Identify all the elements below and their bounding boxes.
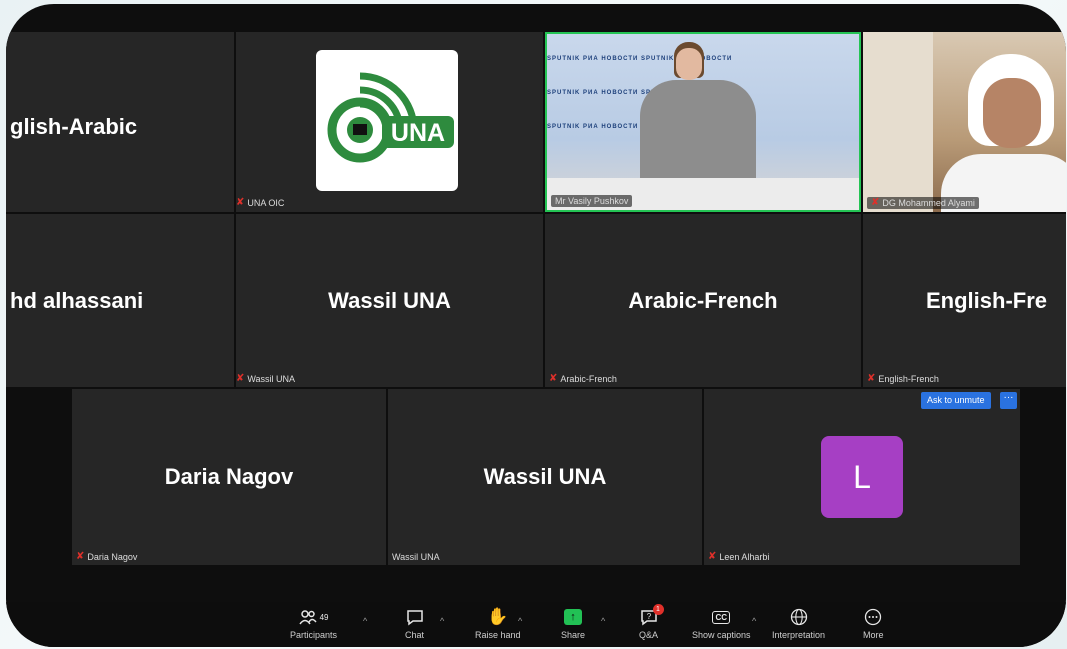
avatar: L: [821, 436, 903, 518]
tile-wassil-una[interactable]: Wassil UNA ✘ Wassil UNA: [236, 214, 543, 387]
speaker-body: [640, 80, 756, 190]
participants-label: Participants: [290, 630, 338, 640]
svg-text:?: ?: [646, 612, 651, 621]
raise-hand-label: Raise hand: [475, 630, 521, 640]
video-vasily-pushkov[interactable]: SPUTNIK РИА НОВОСТИ SPUTNIK РИА НОВОСТИ …: [545, 32, 861, 212]
show-captions-button[interactable]: CC Show captions: [692, 606, 751, 640]
tile-label-text: Arabic-French: [560, 374, 617, 384]
participants-button[interactable]: 49 Participants: [290, 606, 337, 640]
captions-icon: CC: [712, 606, 731, 628]
tile-wassil-una-2[interactable]: Wassil UNA Wassil UNA: [388, 389, 702, 565]
tile-label: ✘ Wassil UNA: [236, 373, 296, 385]
interpretation-label: Interpretation: [772, 630, 826, 640]
qa-button[interactable]: ? 1 Q&A: [639, 604, 664, 640]
tile-label: Wassil UNA: [392, 552, 440, 562]
interpretation-button[interactable]: Interpretation: [772, 606, 825, 640]
tile-label: ✘ UNA OIC: [236, 197, 285, 209]
tile-english-arabic[interactable]: glish-Arabic: [6, 32, 234, 212]
una-logo-graphic: UNA: [327, 72, 454, 163]
qa-badge: 1: [652, 604, 664, 615]
tile-name: Daria Nagov: [164, 464, 294, 489]
participants-icon: 49: [298, 606, 329, 628]
more-icon: [864, 606, 882, 628]
meeting-toolbar: 49 Participants ^ Chat ^ ✋ Raise hand ^ …: [6, 602, 1066, 647]
wall: [863, 32, 933, 212]
tile-name: English-Fre: [926, 287, 1048, 313]
tile-label-text: Daria Nagov: [87, 552, 138, 562]
tile-label-text: Wassil UNA: [247, 374, 296, 384]
share-label: Share: [561, 630, 586, 640]
tile-more-button[interactable]: ···: [1000, 392, 1017, 409]
tile-label-text: English-French: [878, 374, 939, 384]
tile-label: ✘ Daria Nagov: [76, 551, 138, 563]
more-button[interactable]: More: [863, 606, 884, 640]
raise-hand-button[interactable]: ✋ Raise hand: [475, 606, 521, 640]
tile-label-text: Leen Alharbi: [719, 552, 770, 562]
qa-icon: ? 1: [640, 604, 664, 628]
tile-daria-nagov[interactable]: Daria Nagov ✘ Daria Nagov: [72, 389, 386, 565]
chat-caret-icon[interactable]: ^: [440, 616, 444, 626]
tile-name: Wassil UNA: [328, 287, 451, 313]
video-dg-mohammed-alyami[interactable]: ✘ DG Mohammed Alyami: [863, 32, 1066, 212]
tile-name: hd alhassani: [10, 287, 144, 313]
ask-to-unmute-button[interactable]: Ask to unmute: [921, 392, 991, 409]
chat-label: Chat: [405, 630, 425, 640]
chat-button[interactable]: Chat: [405, 606, 424, 640]
mic-muted-icon: ✘: [76, 551, 85, 562]
tile-alhassani[interactable]: hd alhassani: [6, 214, 234, 387]
share-caret-icon[interactable]: ^: [601, 616, 605, 626]
tile-label: ✘ English-French: [867, 373, 939, 385]
video-label: Mr Vasily Pushkov: [551, 195, 633, 207]
tile-english-french[interactable]: English-Fre ✘ English-French: [863, 214, 1066, 387]
qa-label: Q&A: [639, 630, 659, 640]
mic-muted-icon: ✘: [236, 197, 245, 208]
mic-muted-icon: ✘: [867, 373, 876, 384]
more-label: More: [863, 630, 884, 640]
speaker-face: [676, 48, 702, 80]
tile-label: ✘ Leen Alharbi: [708, 551, 770, 563]
logo-text: UNA: [391, 119, 445, 147]
video-label-text: Mr Vasily Pushkov: [555, 196, 629, 206]
share-icon: ↑: [564, 606, 583, 628]
chat-icon: [406, 606, 424, 628]
share-button[interactable]: ↑ Share: [561, 606, 585, 640]
mic-muted-icon: ✘: [549, 373, 558, 384]
tile-name: Wassil UNA: [483, 464, 607, 489]
una-logo: UNA: [316, 50, 458, 191]
zoom-window: glish-Arabic ✘ UNA OIC UNA SPUTNIK РИА Н…: [6, 4, 1066, 647]
mic-muted-icon: ✘: [871, 197, 880, 208]
mic-muted-icon: ✘: [708, 551, 717, 562]
globe-icon: [790, 606, 808, 628]
raise-hand-icon: ✋: [487, 607, 509, 626]
captions-label: Show captions: [692, 630, 751, 640]
face: [983, 78, 1041, 148]
tile-arabic-french[interactable]: Arabic-French ✘ Arabic-French: [545, 214, 861, 387]
tile-name: glish-Arabic: [10, 114, 138, 139]
participants-caret-icon[interactable]: ^: [363, 616, 367, 626]
tile-label: ✘ Arabic-French: [549, 373, 617, 385]
captions-caret-icon[interactable]: ^: [752, 616, 756, 626]
mic-muted-icon: ✘: [236, 373, 245, 384]
video-label-text: DG Mohammed Alyami: [882, 198, 975, 208]
tile-label-text: UNA OIC: [247, 198, 285, 208]
raise-hand-caret-icon[interactable]: ^: [518, 616, 522, 626]
tile-label-text: Wassil UNA: [392, 552, 440, 562]
participant-count: 49: [319, 612, 329, 622]
tile-name: Arabic-French: [628, 287, 778, 313]
video-label: ✘ DG Mohammed Alyami: [867, 197, 979, 209]
